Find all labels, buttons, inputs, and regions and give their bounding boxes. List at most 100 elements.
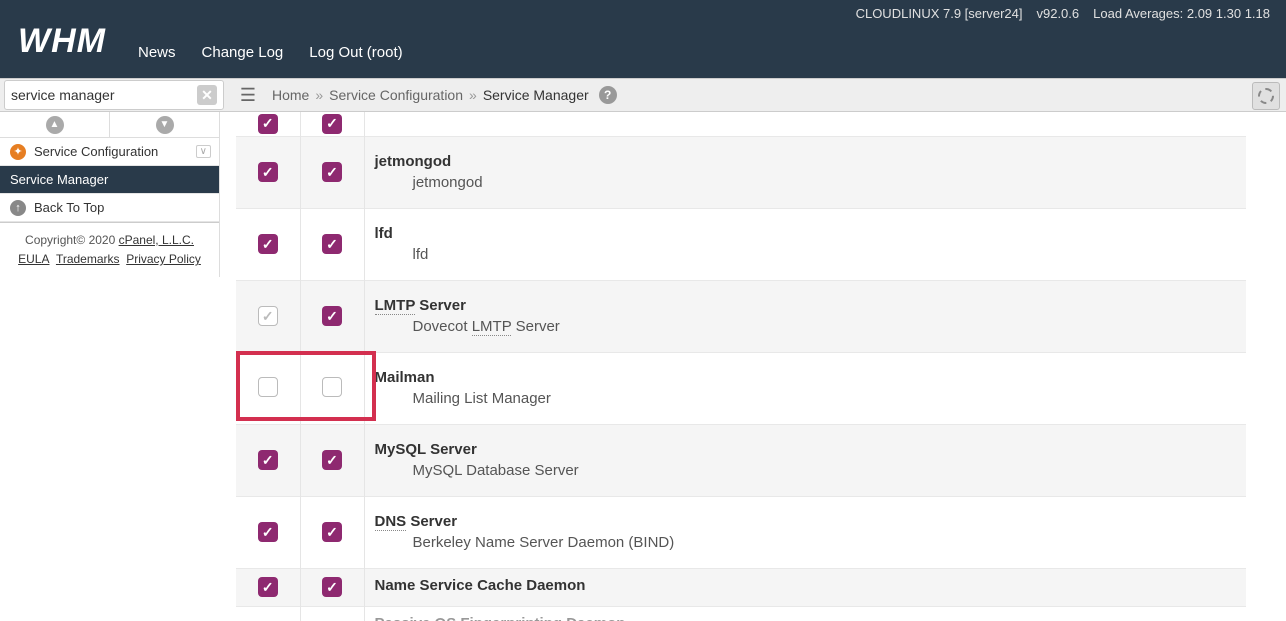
monitor-cell: ✓	[300, 136, 364, 208]
check-icon: ✓	[262, 308, 274, 325]
monitor-cell: ✓	[300, 208, 364, 280]
checkbox-checked[interactable]: ✓	[322, 577, 342, 597]
service-title: DNS Server	[375, 513, 1237, 530]
monitor-cell: ✓	[300, 496, 364, 568]
table-row: ✓ ✓ DNS Server Berkeley Name Server Daemon …	[236, 496, 1246, 568]
monitor-cell: ✓	[300, 280, 364, 352]
table-row: Passive OS Fingerprinting Daemon	[236, 606, 1246, 621]
breadcrumb-home[interactable]: Home	[272, 87, 309, 103]
arrow-down-icon: ▼	[156, 116, 174, 134]
status-version: v92.0.6	[1036, 6, 1079, 21]
sidebar-item-back-to-top[interactable]: ↑ Back To Top	[0, 194, 219, 222]
check-icon: ✓	[262, 115, 274, 132]
check-icon: ✓	[326, 524, 338, 541]
check-icon: ✓	[262, 452, 274, 469]
nav-links: News Change Log Log Out (root)	[138, 44, 403, 61]
monitor-cell	[300, 352, 364, 424]
check-icon: ✓	[326, 115, 338, 132]
breadcrumb-sep: »	[315, 87, 323, 103]
chevron-down-icon: ∨	[196, 145, 211, 158]
status-bar: CLOUDLINUX 7.9 [server24] v92.0.6 Load A…	[856, 6, 1270, 21]
help-icon[interactable]: ?	[599, 86, 617, 104]
checkbox-checked[interactable]: ✓	[322, 114, 342, 134]
service-title: jetmongod	[375, 153, 1237, 170]
arrow-up-icon: ↑	[10, 200, 26, 216]
search-input[interactable]	[11, 83, 197, 107]
table-row: ✓ ✓ jetmongod jetmongod	[236, 136, 1246, 208]
checkbox-checked[interactable]: ✓	[258, 577, 278, 597]
status-load: Load Averages: 2.09 1.30 1.18	[1093, 6, 1270, 21]
check-icon: ✓	[262, 579, 274, 596]
eula-link[interactable]: EULA	[18, 252, 49, 266]
service-info-cell	[364, 112, 1246, 136]
nav-changelog[interactable]: Change Log	[202, 44, 284, 61]
service-info-cell: MailmanMailing List Manager	[364, 352, 1246, 424]
service-info-cell: DNS Server Berkeley Name Server Daemon (B…	[364, 496, 1246, 568]
enabled-cell: ✓	[236, 208, 300, 280]
service-description: lfd	[375, 246, 1237, 263]
monitor-cell: ✓	[300, 112, 364, 136]
privacy-link[interactable]: Privacy Policy	[126, 252, 201, 266]
checkbox-checked[interactable]: ✓	[322, 522, 342, 542]
menu-toggle-icon[interactable]: ☰	[234, 85, 262, 106]
abbr: LMTP	[472, 318, 512, 336]
service-description: Mailing List Manager	[375, 390, 1237, 407]
logo[interactable]: WHM	[18, 22, 106, 61]
checkbox-unchecked[interactable]	[258, 377, 278, 397]
nav-logout[interactable]: Log Out (root)	[309, 44, 402, 61]
service-title: Name Service Cache Daemon	[375, 577, 1237, 594]
enabled-cell: ✓	[236, 496, 300, 568]
check-icon: ✓	[326, 164, 338, 181]
enabled-cell: ✓	[236, 424, 300, 496]
checkbox-unchecked[interactable]	[322, 377, 342, 397]
checkbox-checked[interactable]: ✓	[322, 306, 342, 326]
service-description: Berkeley Name Server Daemon (BIND)	[375, 534, 1237, 551]
nav-up-button[interactable]: ▲	[0, 112, 110, 137]
checkbox-checked[interactable]: ✓	[258, 522, 278, 542]
checkbox-checked[interactable]: ✓	[258, 450, 278, 470]
nav-down-button[interactable]: ▼	[110, 112, 219, 137]
sidebar-item-label: Back To Top	[34, 200, 104, 215]
check-icon: ✓	[326, 452, 338, 469]
company-link[interactable]: cPanel, L.L.C.	[119, 233, 194, 247]
table-row: ✓ ✓ MySQL ServerMySQL Database Server	[236, 424, 1246, 496]
settings-button[interactable]	[1252, 82, 1280, 110]
checkbox-checked[interactable]: ✓	[322, 162, 342, 182]
sidebar: ▲ ▼ ✦ Service Configuration ∨ Service Ma…	[0, 112, 220, 277]
monitor-cell: ✓	[300, 424, 364, 496]
sidebar-item-label: Service Configuration	[34, 144, 158, 159]
service-description: MySQL Database Server	[375, 462, 1237, 479]
table-row: ✓✓lfdlfd	[236, 208, 1246, 280]
service-title: Passive OS Fingerprinting Daemon	[375, 615, 1237, 621]
sidebar-item-service-configuration[interactable]: ✦ Service Configuration ∨	[0, 138, 219, 166]
checkbox-checked[interactable]: ✓	[322, 234, 342, 254]
check-icon: ✓	[326, 308, 338, 325]
service-info-cell: MySQL ServerMySQL Database Server	[364, 424, 1246, 496]
service-info-cell: Name Service Cache Daemon	[364, 568, 1246, 606]
enabled-cell	[236, 352, 300, 424]
check-icon: ✓	[326, 579, 338, 596]
service-title: LMTP Server	[375, 297, 1237, 314]
status-os: CLOUDLINUX 7.9 [server24]	[856, 6, 1023, 21]
trademarks-link[interactable]: Trademarks	[56, 252, 120, 266]
breadcrumb: Home » Service Configuration » Service M…	[272, 86, 617, 104]
nav-news[interactable]: News	[138, 44, 176, 61]
table-row: ✓ ✓ Name Service Cache Daemon	[236, 568, 1246, 606]
sidebar-item-service-manager[interactable]: Service Manager	[0, 166, 219, 194]
service-info-cell: LMTP ServerDovecot LMTP Server	[364, 280, 1246, 352]
check-icon: ✓	[262, 164, 274, 181]
checkbox-checked[interactable]: ✓	[258, 234, 278, 254]
copyright-text: Copyright© 2020	[25, 233, 119, 247]
service-info-cell: jetmongod jetmongod	[364, 136, 1246, 208]
enabled-cell: ✓	[236, 568, 300, 606]
gear-icon	[1258, 88, 1274, 104]
checkbox-checked[interactable]: ✓	[258, 162, 278, 182]
service-description: jetmongod	[375, 174, 1237, 191]
breadcrumb-sep: »	[469, 87, 477, 103]
check-icon: ✓	[262, 524, 274, 541]
checkbox-checked[interactable]: ✓	[322, 450, 342, 470]
clear-search-button[interactable]: ✕	[197, 85, 217, 105]
breadcrumb-section[interactable]: Service Configuration	[329, 87, 463, 103]
table-row: MailmanMailing List Manager	[236, 352, 1246, 424]
checkbox-checked[interactable]: ✓	[258, 114, 278, 134]
